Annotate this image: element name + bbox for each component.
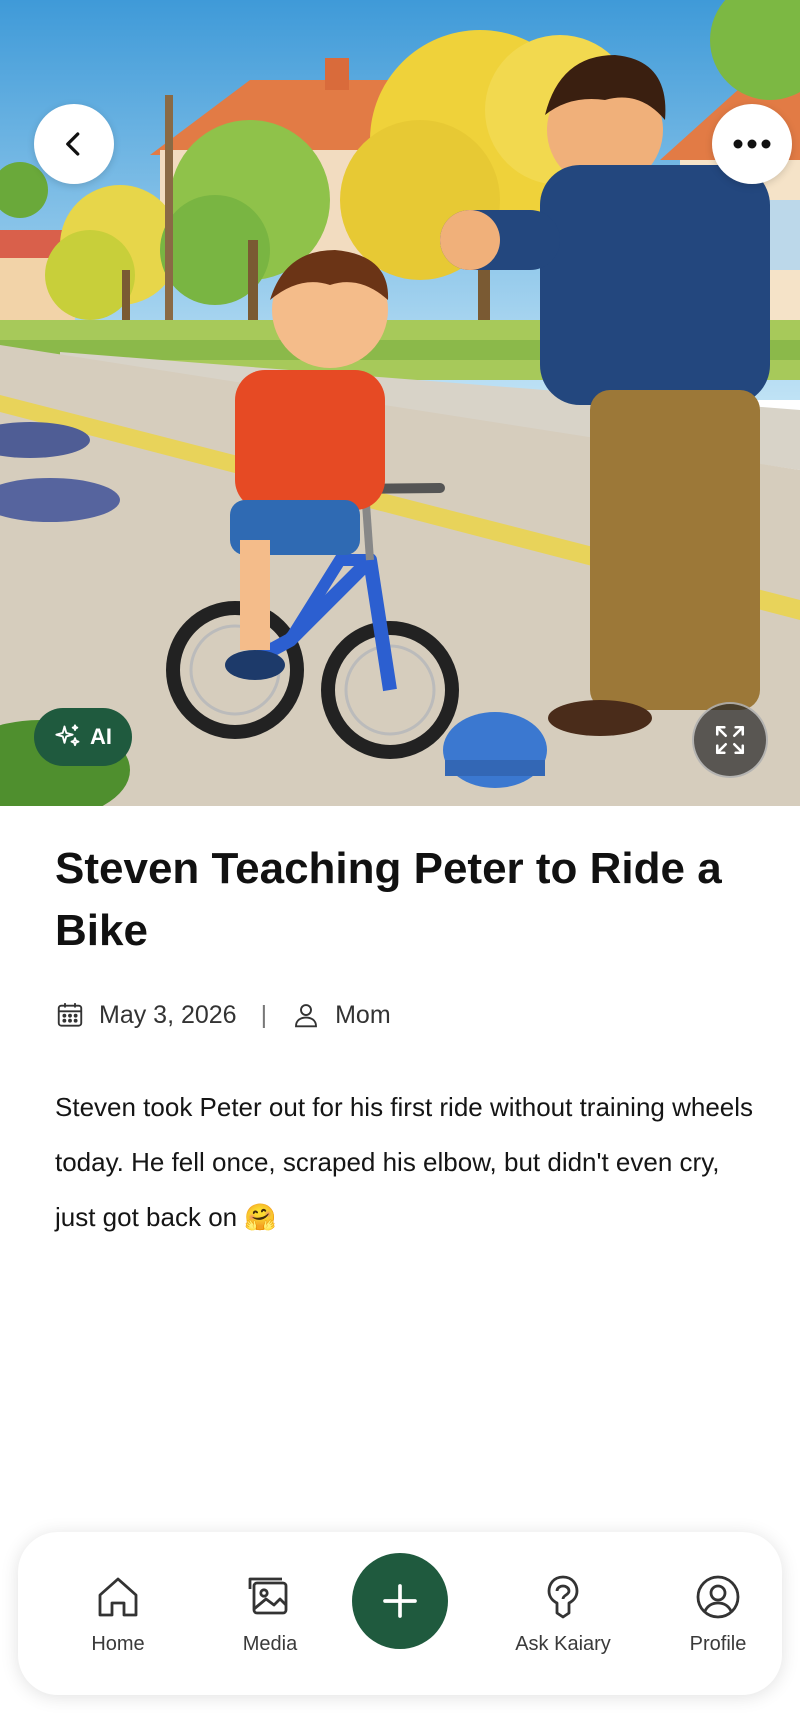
nav-item-profile[interactable]: Profile bbox=[658, 1532, 778, 1695]
hero-illustration bbox=[0, 0, 800, 806]
nav-label-home: Home bbox=[91, 1633, 145, 1655]
add-entry-button[interactable] bbox=[352, 1553, 448, 1649]
calendar-icon bbox=[55, 1000, 85, 1030]
meta-separator: | bbox=[260, 1000, 268, 1029]
nav-label-ask-kaiary: Ask Kaiary bbox=[515, 1633, 611, 1655]
profile-icon bbox=[692, 1571, 744, 1623]
ai-generated-badge: AI bbox=[34, 708, 132, 766]
entry-author: Mom bbox=[335, 1000, 391, 1029]
nav-label-profile: Profile bbox=[689, 1633, 747, 1655]
nav-item-home[interactable]: Home bbox=[58, 1532, 178, 1695]
ask-icon bbox=[537, 1571, 589, 1623]
bottom-nav: Home Media Ask Kaiary Profile bbox=[18, 1532, 782, 1695]
entry-title: Steven Teaching Peter to Ride a Bike bbox=[55, 844, 722, 955]
ai-badge-label: AI bbox=[90, 724, 112, 749]
entry-body: Steven took Peter out for his first ride… bbox=[55, 1092, 754, 1232]
chevron-left-icon bbox=[59, 129, 89, 159]
media-icon bbox=[244, 1571, 296, 1623]
more-horizontal-icon bbox=[732, 138, 772, 150]
fullscreen-button[interactable] bbox=[692, 702, 768, 778]
home-icon bbox=[92, 1571, 144, 1623]
more-options-button[interactable] bbox=[712, 104, 792, 184]
nav-label-media: Media bbox=[242, 1633, 298, 1655]
entry-date: May 3, 2026 bbox=[99, 1000, 237, 1029]
plus-icon bbox=[380, 1581, 420, 1621]
nav-item-ask-kaiary[interactable]: Ask Kaiary bbox=[488, 1532, 638, 1695]
sparkles-icon bbox=[54, 723, 82, 751]
back-button[interactable] bbox=[34, 104, 114, 184]
hero-image: AI bbox=[0, 0, 800, 806]
expand-icon bbox=[713, 723, 747, 757]
user-icon bbox=[291, 1000, 321, 1030]
entry-meta: May 3, 2026 | Mom bbox=[55, 995, 391, 1035]
nav-item-media[interactable]: Media bbox=[210, 1532, 330, 1695]
